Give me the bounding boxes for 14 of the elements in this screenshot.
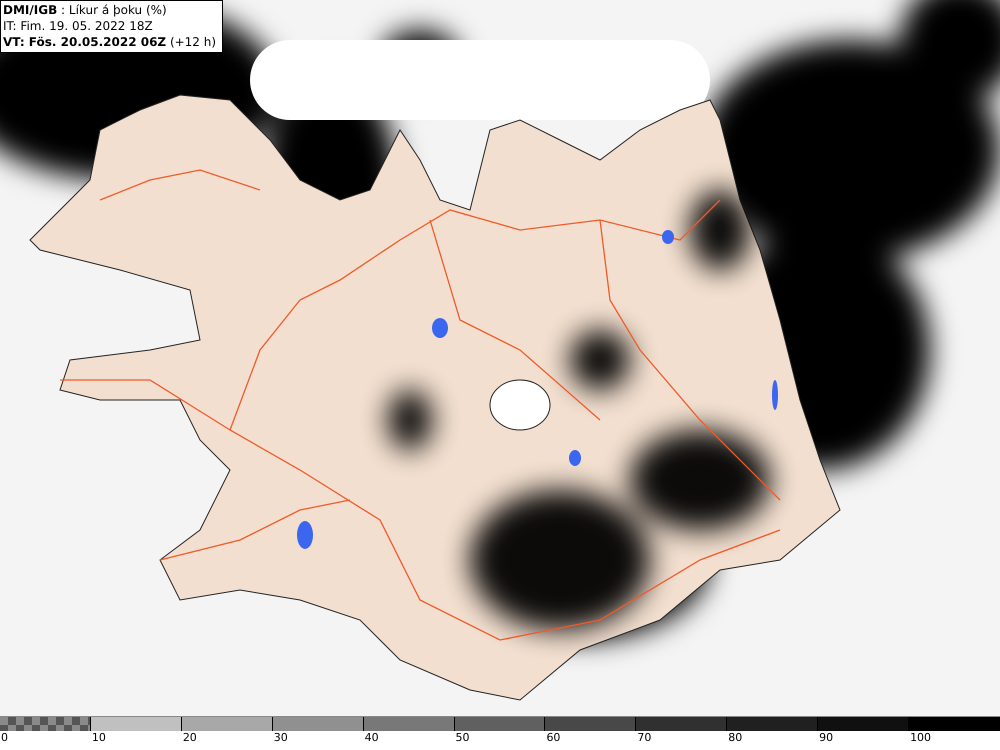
map-info-text: DMI/IGB : Líkur á þoku (%)	[3, 2, 168, 18]
map-info-text: VT: Fös. 20.05.2022 06Z (+12 h)	[3, 34, 216, 50]
legend-label: 70	[636, 731, 652, 745]
legend-label: 40	[364, 731, 380, 745]
legend-label: 80	[727, 731, 744, 745]
legend-label: 100	[909, 731, 932, 745]
legend-label: 10	[90, 731, 107, 745]
legend-label: 60	[545, 731, 562, 745]
legend-label: 0	[0, 731, 9, 745]
legend-label: 20	[182, 731, 198, 745]
map-info-text: IT: Fim. 19. 05. 2022 18Z	[3, 18, 154, 34]
legend-label: 90	[818, 731, 834, 745]
legend-label: 50	[454, 731, 471, 745]
legend-label: 30	[272, 731, 289, 745]
